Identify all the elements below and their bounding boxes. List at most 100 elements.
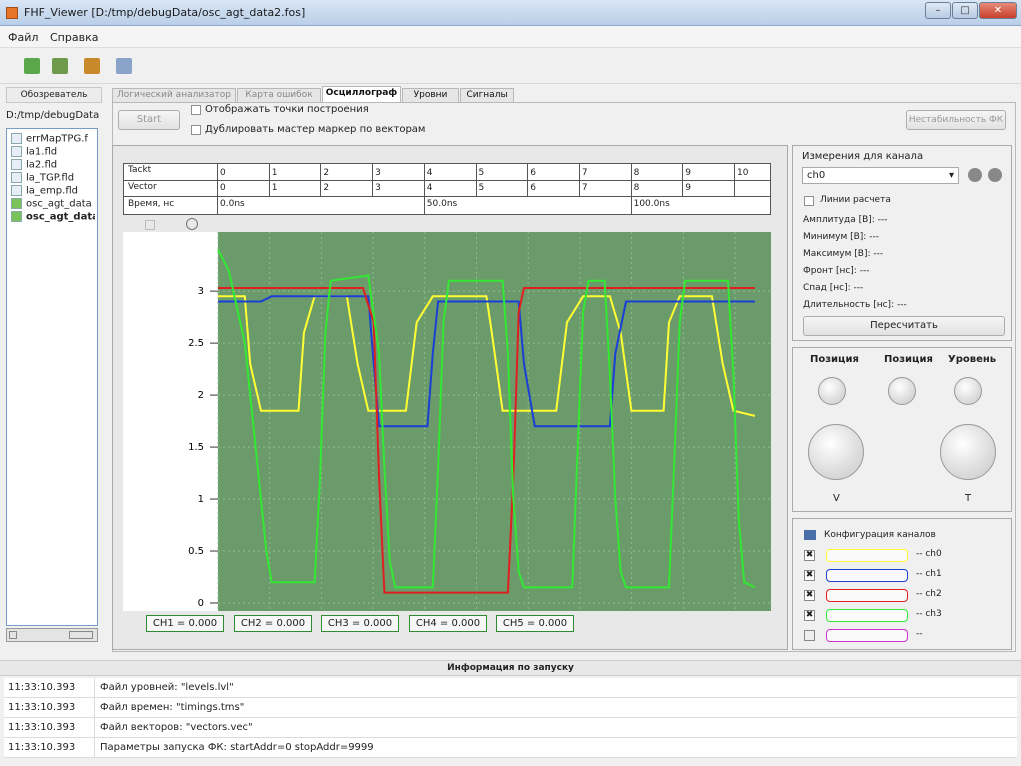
tab-1[interactable]: Карта ошибок bbox=[237, 88, 321, 102]
channel-color-swatch[interactable] bbox=[826, 609, 908, 622]
channel-select[interactable]: ch0 ▾ bbox=[802, 167, 959, 184]
channel-color-swatch[interactable] bbox=[826, 589, 908, 602]
channel-value-box: CH5 = 0.000 bbox=[496, 615, 574, 632]
show-points-checkbox[interactable] bbox=[191, 105, 201, 115]
position-knob-1[interactable] bbox=[818, 377, 846, 405]
oscilloscope-chart[interactable]: 0 0.5 1 1.5 2 2.5 3 bbox=[123, 232, 771, 612]
table-icon[interactable] bbox=[116, 58, 132, 74]
log-row: 11:33:10.393 Файл уровней: "levels.lvl" bbox=[4, 678, 1017, 698]
grid-divider bbox=[578, 163, 580, 196]
clean-icon[interactable] bbox=[84, 58, 100, 74]
tackt-value: 2 bbox=[323, 168, 330, 178]
channel-enable-checkbox[interactable]: ✖ bbox=[804, 610, 815, 621]
t-knob[interactable] bbox=[940, 424, 996, 480]
measure-row: Фронт [нс]: --- bbox=[803, 266, 870, 276]
tab-0[interactable]: Логический анализатор bbox=[112, 88, 236, 102]
v-knob[interactable] bbox=[808, 424, 864, 480]
file-icon bbox=[11, 133, 22, 144]
tackt-value: 8 bbox=[633, 168, 640, 178]
zoom-icon[interactable] bbox=[186, 218, 198, 230]
channel-select-value: ch0 bbox=[807, 170, 826, 181]
open-icon[interactable] bbox=[24, 58, 40, 74]
file-item[interactable]: errMapTPG.f bbox=[11, 133, 95, 146]
instability-button[interactable]: Нестабильность ФК bbox=[906, 110, 1006, 130]
tackt-value: 4 bbox=[426, 168, 433, 178]
tackt-value: 0 bbox=[220, 168, 226, 178]
file-tree[interactable]: errMapTPG.f la1.fld la2.fld la_TGP.fld la_em… bbox=[6, 128, 98, 626]
calc-lines-label: Линии расчета bbox=[820, 195, 891, 205]
file-item[interactable]: la2.fld bbox=[11, 159, 95, 172]
log-time: 11:33:10.393 bbox=[8, 682, 76, 693]
channel-value-box: CH1 = 0.000 bbox=[146, 615, 224, 632]
tab-4[interactable]: Сигналы bbox=[460, 88, 514, 102]
show-points-label: Отображать точки построения bbox=[205, 104, 369, 115]
channel-color-swatch[interactable] bbox=[826, 549, 908, 562]
file-item[interactable]: la_emp.fld bbox=[11, 185, 95, 198]
explorer-tab[interactable]: Обозреватель bbox=[6, 87, 102, 103]
file-name: la1.fld bbox=[26, 146, 58, 158]
time-value: 0.0ns bbox=[220, 199, 245, 209]
file-item[interactable]: la1.fld bbox=[11, 146, 95, 159]
grid-divider bbox=[372, 163, 374, 196]
title-bar: FHF_Viewer [D:/tmp/debugData/osc_agt_dat… bbox=[0, 0, 1021, 26]
scroll-left-icon[interactable] bbox=[9, 631, 17, 639]
grid-divider bbox=[320, 163, 322, 196]
load-icon[interactable] bbox=[52, 58, 68, 74]
tackt-value: 10 bbox=[737, 168, 749, 178]
tab-2[interactable]: Осциллограф bbox=[322, 86, 401, 103]
log-divider bbox=[94, 698, 95, 718]
y-tick-label: 2 bbox=[198, 390, 204, 401]
measure-row: Амплитуда [В]: --- bbox=[803, 215, 888, 225]
measure-row: Спад [нс]: --- bbox=[803, 283, 864, 293]
tab-3[interactable]: Уровни bbox=[402, 88, 459, 102]
file-item[interactable]: osc_agt_data bbox=[11, 198, 95, 211]
measure-row: Длительность [нс]: --- bbox=[803, 300, 907, 310]
scroll-right-icon[interactable] bbox=[69, 631, 93, 639]
file-icon bbox=[11, 159, 22, 170]
tackt-value: 3 bbox=[375, 168, 381, 178]
file-item[interactable]: osc_agt_data bbox=[11, 211, 95, 224]
channel-color-swatch[interactable] bbox=[826, 629, 908, 642]
vector-value: 1 bbox=[271, 183, 278, 193]
vector-value: 3 bbox=[375, 183, 381, 193]
channel-value-box: CH4 = 0.000 bbox=[409, 615, 487, 632]
maximize-button[interactable]: □ bbox=[952, 2, 978, 19]
channel-enable-checkbox[interactable]: ✖ bbox=[804, 570, 815, 581]
close-button[interactable]: ✕ bbox=[979, 2, 1017, 19]
channel-enable-checkbox[interactable] bbox=[804, 630, 815, 641]
start-button[interactable]: Start bbox=[118, 110, 180, 130]
file-icon bbox=[11, 172, 22, 183]
position-knob-2[interactable] bbox=[888, 377, 916, 405]
log-divider bbox=[94, 718, 95, 738]
level-knob[interactable] bbox=[954, 377, 982, 405]
log-message: Параметры запуска ФК: startAddr=0 stopAd… bbox=[100, 742, 374, 753]
channel-enable-checkbox[interactable]: ✖ bbox=[804, 550, 815, 561]
tackt-value: 1 bbox=[271, 168, 278, 178]
recalc-button[interactable]: Пересчитать bbox=[803, 316, 1005, 336]
log-row: 11:33:10.393 Файл векторов: "vectors.vec" bbox=[4, 718, 1017, 738]
dup-marker-checkbox[interactable] bbox=[191, 125, 201, 135]
config-icon bbox=[804, 530, 816, 540]
file-name: la2.fld bbox=[26, 159, 58, 171]
config-title: Конфигурация каналов bbox=[824, 530, 936, 540]
arrow-right-icon[interactable] bbox=[988, 168, 1002, 182]
menu-file[interactable]: Файл bbox=[8, 31, 38, 44]
file-tree-scrollbar[interactable] bbox=[6, 628, 98, 642]
arrow-left-icon[interactable] bbox=[968, 168, 982, 182]
file-item[interactable]: la_TGP.fld bbox=[11, 172, 95, 185]
menu-help[interactable]: Справка bbox=[50, 31, 98, 44]
time-tick bbox=[630, 197, 632, 215]
level-label: Уровень bbox=[948, 354, 997, 365]
tackt-value: 7 bbox=[581, 168, 588, 178]
y-tick-label: 1 bbox=[198, 494, 204, 505]
tackt-value: 9 bbox=[685, 168, 692, 178]
file-name: osc_agt_data bbox=[26, 198, 92, 210]
channel-enable-checkbox[interactable]: ✖ bbox=[804, 590, 815, 601]
log-time: 11:33:10.393 bbox=[8, 702, 76, 713]
y-tick-label: 1.5 bbox=[188, 442, 204, 453]
minimize-button[interactable]: – bbox=[925, 2, 951, 19]
toolbar bbox=[0, 48, 1021, 84]
calc-lines-checkbox[interactable] bbox=[804, 196, 814, 206]
channel-color-swatch[interactable] bbox=[826, 569, 908, 582]
cursor-icon[interactable] bbox=[145, 220, 155, 230]
